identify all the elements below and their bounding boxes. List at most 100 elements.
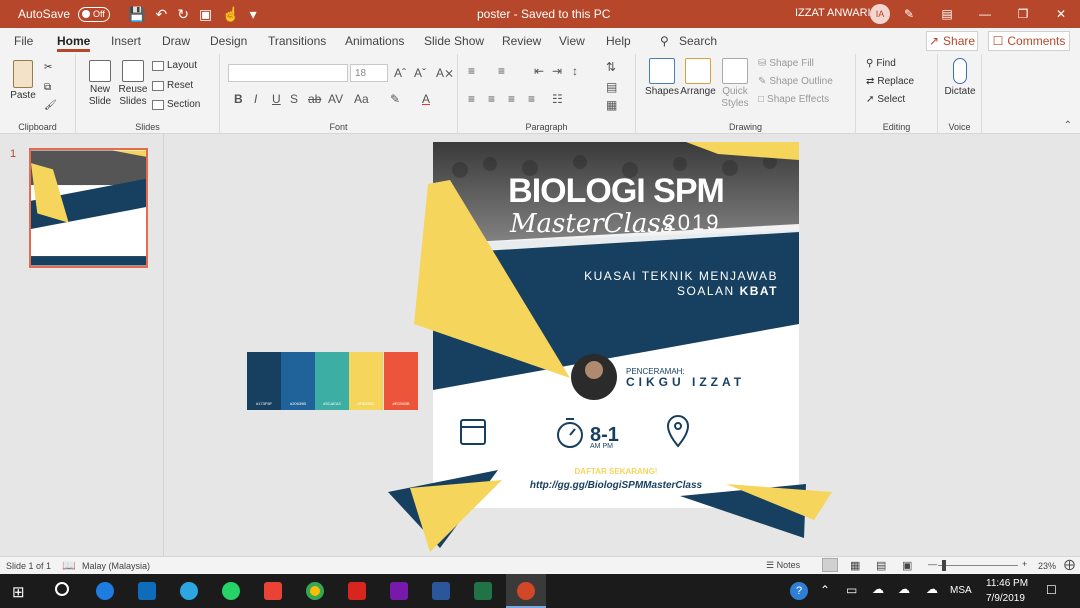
swatch-1[interactable]: #173F5F	[247, 352, 281, 410]
underline-icon[interactable]: U	[272, 92, 281, 106]
restore-icon[interactable]: ❐	[1004, 0, 1042, 28]
align-right-icon[interactable]: ≡	[508, 92, 515, 106]
windows-start-icon[interactable]: ⊞	[12, 583, 25, 601]
shape-fill-button[interactable]: ⛁ Shape Fill	[758, 58, 814, 69]
normal-view-icon[interactable]	[822, 558, 838, 572]
collapse-ribbon-icon[interactable]: ⌃	[1064, 120, 1072, 131]
minimize-icon[interactable]: —	[966, 0, 1004, 28]
cut-icon[interactable]: ✂	[44, 62, 52, 73]
language-status[interactable]: Malay (Malaysia)	[82, 561, 150, 571]
copy-icon[interactable]: ⧉	[44, 82, 51, 93]
layout-button[interactable]: Layout	[152, 60, 197, 71]
cloud-sync-icon[interactable]: ☁	[926, 582, 938, 596]
paste-button[interactable]: Paste	[8, 60, 38, 101]
tab-file[interactable]: File	[14, 34, 33, 48]
font-color-icon[interactable]: A	[422, 92, 430, 106]
touch-mode-icon[interactable]: ☝	[222, 6, 239, 23]
bold-icon[interactable]: B	[234, 92, 243, 106]
reuse-slides-button[interactable]: Reuse Slides	[118, 60, 148, 108]
font-size-input[interactable]: 18	[350, 64, 388, 82]
swatch-3[interactable]: #3CAEA3	[315, 352, 349, 410]
zoom-slider[interactable]	[938, 565, 1018, 566]
smartart-icon[interactable]: ▦	[606, 98, 617, 112]
align-center-icon[interactable]: ≡	[488, 92, 495, 106]
shape-outline-button[interactable]: ✎ Shape Outline	[758, 76, 833, 87]
dictate-button[interactable]: Dictate	[942, 58, 978, 97]
tray-expand-icon[interactable]: ⌃	[820, 583, 830, 597]
tab-insert[interactable]: Insert	[111, 34, 141, 48]
new-slide-button[interactable]: New Slide	[84, 60, 116, 108]
swatch-2[interactable]: #20639B	[281, 352, 315, 410]
comments-button[interactable]: ☐ Comments	[988, 31, 1070, 51]
powerpoint-taskbar-button[interactable]	[506, 574, 546, 608]
tab-draw[interactable]: Draw	[162, 34, 190, 48]
ribbon-display-icon[interactable]: ▤	[928, 0, 966, 28]
outlook-icon[interactable]	[138, 582, 156, 600]
italic-icon[interactable]: I	[254, 92, 257, 106]
highlight-icon[interactable]: ✎	[390, 92, 400, 106]
clear-format-icon[interactable]: A⨯	[436, 66, 454, 80]
edge-icon[interactable]	[96, 582, 114, 600]
slide-thumbnail[interactable]	[29, 148, 148, 268]
redo-icon[interactable]: ↻	[177, 6, 189, 23]
spellcheck-icon[interactable]: 📖	[62, 559, 76, 572]
onenote-icon[interactable]	[390, 582, 408, 600]
shapes-button[interactable]: Shapes	[644, 58, 680, 97]
telegram-icon[interactable]	[180, 582, 198, 600]
replace-button[interactable]: ⇄ Replace	[866, 76, 914, 87]
text-direction-icon[interactable]: ⇅	[606, 60, 616, 74]
customize-qat-icon[interactable]: ▾	[250, 6, 257, 23]
format-painter-icon[interactable]: 🖌	[44, 100, 57, 111]
align-left-icon[interactable]: ≡	[468, 92, 475, 106]
tab-animations[interactable]: Animations	[345, 34, 404, 48]
clock-date[interactable]: 7/9/2019	[986, 593, 1025, 604]
grow-font-icon[interactable]: Aˆ	[394, 66, 406, 80]
zoom-in-icon[interactable]: +	[1022, 559, 1027, 569]
char-spacing-icon[interactable]: AV	[328, 92, 343, 106]
present-icon[interactable]: ▣	[199, 6, 212, 23]
save-icon[interactable]: 💾	[128, 6, 145, 23]
share-button[interactable]: ↗ Share	[926, 31, 978, 51]
autosave-toggle[interactable]: Off	[78, 6, 111, 22]
zoom-thumb[interactable]	[942, 560, 946, 571]
find-button[interactable]: ⚲ Find	[866, 58, 896, 69]
whatsapp-icon[interactable]	[222, 582, 240, 600]
change-case-icon[interactable]: Aa	[354, 92, 369, 106]
search-box[interactable]: Search	[679, 34, 717, 48]
tab-design[interactable]: Design	[210, 34, 247, 48]
input-language[interactable]: MSA	[950, 585, 972, 596]
justify-icon[interactable]: ≡	[528, 92, 535, 106]
notes-button[interactable]: ☰ Notes	[766, 560, 800, 571]
tab-transitions[interactable]: Transitions	[268, 34, 326, 48]
fit-to-window-icon[interactable]: ⨁	[1064, 558, 1075, 571]
shadow-icon[interactable]: S	[290, 92, 298, 106]
tab-review[interactable]: Review	[502, 34, 541, 48]
poster-slide[interactable]: BIOLOGI SPM MasterClass 2019 KUASAI TEKN…	[380, 140, 840, 552]
zoom-out-icon[interactable]: —	[928, 559, 937, 569]
excel-icon[interactable]	[474, 582, 492, 600]
gmail-icon[interactable]	[264, 582, 282, 600]
tab-home[interactable]: Home	[57, 34, 91, 52]
columns-icon[interactable]: ☷	[552, 92, 563, 106]
numbering-icon[interactable]: ≡	[498, 64, 505, 78]
line-spacing-icon[interactable]: ↕	[572, 64, 578, 78]
battery-icon[interactable]: ▭	[846, 583, 857, 597]
slideshow-icon[interactable]: ▣	[902, 559, 912, 572]
user-name[interactable]: IZZAT ANWARI	[795, 7, 871, 19]
close-icon[interactable]: ✕	[1042, 0, 1080, 28]
zoom-level[interactable]: 23%	[1038, 561, 1056, 571]
acrobat-icon[interactable]	[348, 582, 366, 600]
notifications-icon[interactable]: ☐	[1046, 583, 1057, 597]
slide-sorter-icon[interactable]: ▦	[850, 559, 860, 572]
reading-view-icon[interactable]: ▤	[876, 559, 886, 572]
onedrive-business-icon[interactable]: ☁	[898, 582, 910, 596]
tab-help[interactable]: Help	[606, 34, 631, 48]
chrome-icon[interactable]	[306, 582, 324, 600]
word-icon[interactable]	[432, 582, 450, 600]
tab-slide-show[interactable]: Slide Show	[424, 34, 484, 48]
clock-time[interactable]: 11:46 PM	[986, 578, 1028, 589]
bullets-icon[interactable]: ≡	[468, 64, 475, 78]
increase-indent-icon[interactable]: ⇥	[552, 64, 562, 78]
section-button[interactable]: Section	[152, 99, 200, 110]
pen-icon[interactable]: ✎	[890, 0, 928, 28]
